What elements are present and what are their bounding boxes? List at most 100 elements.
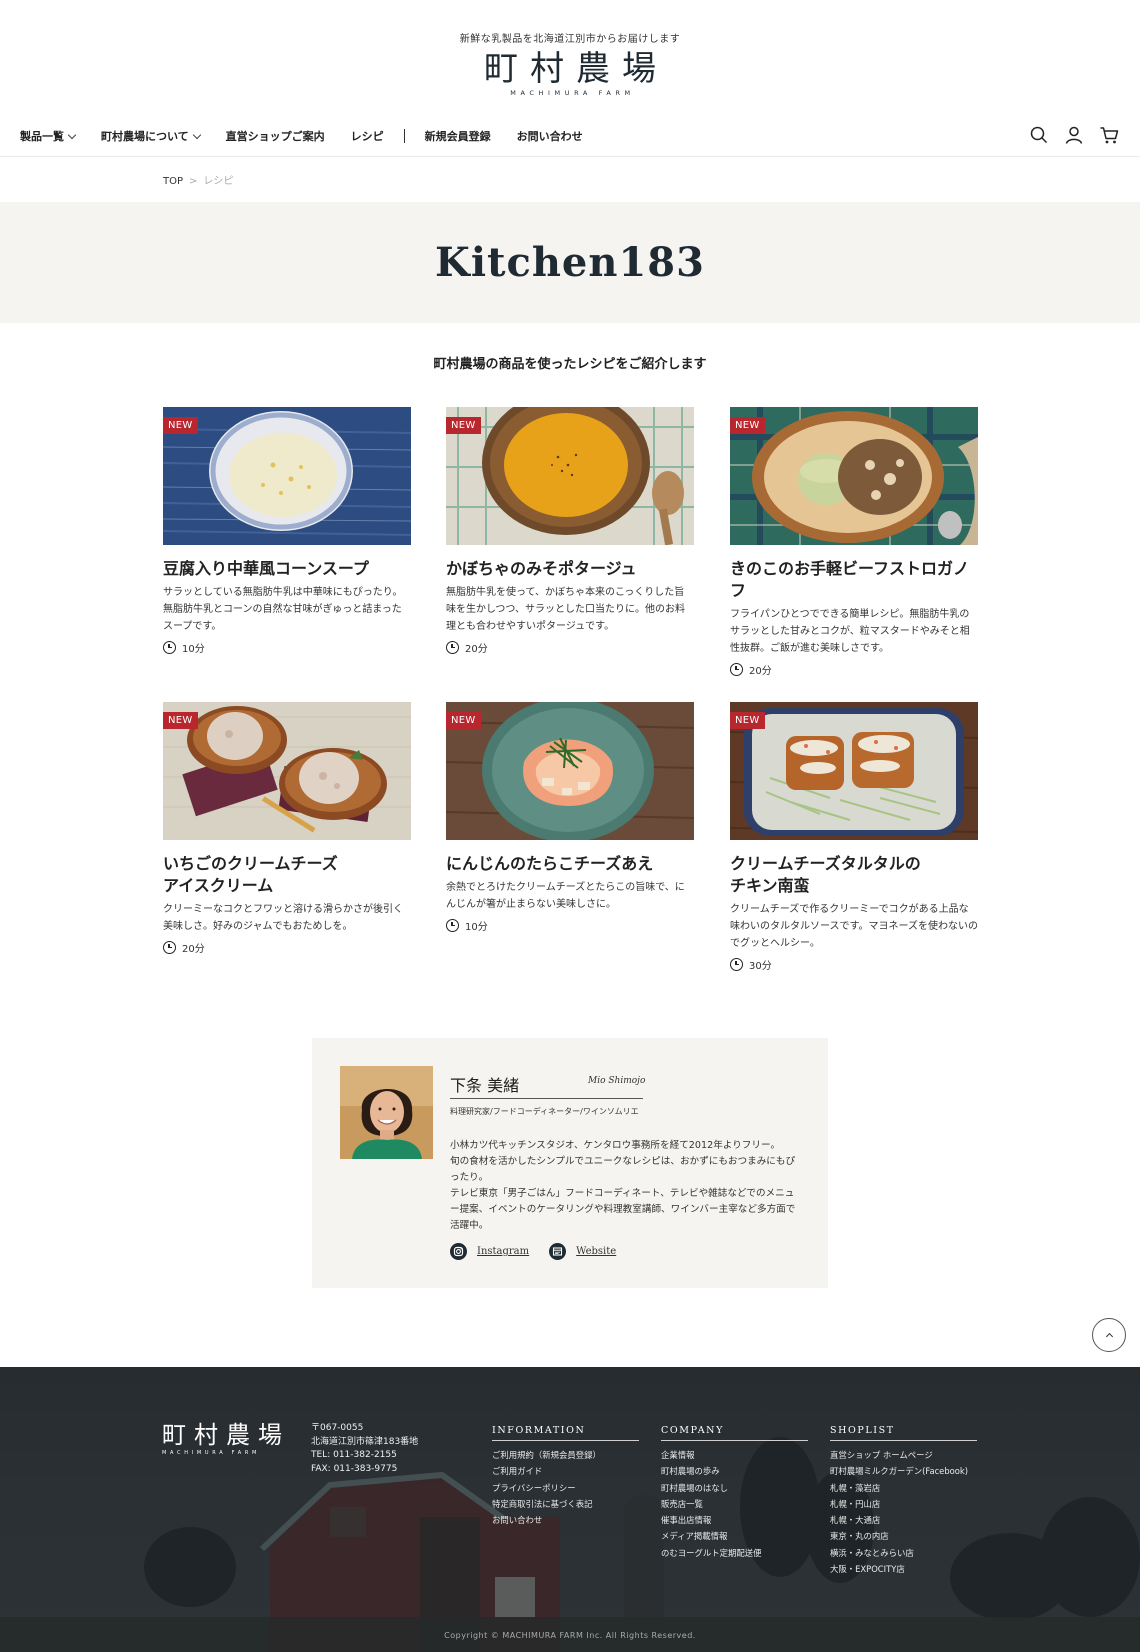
recipe-time: 20分: [446, 640, 694, 655]
site-tagline: 新鮮な乳製品を北海道江別市からお届けします: [459, 34, 681, 45]
footer-link[interactable]: 横浜・みなとみらい店: [830, 1548, 914, 1558]
footer-logo-jp: 町村農場: [162, 1421, 290, 1449]
recipe-card[interactable]: NEW クリームチーズタルタルの チキン南蛮 クリームチーズで作るクリーミーでコ…: [730, 702, 978, 972]
breadcrumb: TOP > レシピ: [163, 172, 233, 187]
footer-link[interactable]: 札幌・大通店: [830, 1515, 880, 1525]
site-header: 新鮮な乳製品を北海道江別市からお届けします 町村農場 MACHIMURA FAR…: [0, 0, 1140, 157]
corn-soup-photo: NEW: [163, 407, 411, 545]
clock-icon: [730, 663, 743, 676]
carrot-tarako-photo: NEW: [446, 702, 694, 840]
recipe-time: 20分: [730, 662, 978, 677]
recipe-desc: クリーミーなコクとフワッと溶ける滑らかさが後引く美味しさ。好みのジャムでもおため…: [163, 904, 403, 932]
footer-link[interactable]: ご利用ガイド: [492, 1466, 542, 1476]
recipe-card[interactable]: NEW にんじんのたらこチーズあえ 余熱でとろけたクリームチーズとたらこの旨味で…: [446, 702, 694, 933]
nav-contact[interactable]: お問い合わせ: [517, 128, 583, 144]
footer-link[interactable]: メディア掲載情報: [661, 1531, 727, 1541]
footer-logo-en: MACHIMURA FARM: [162, 1450, 261, 1456]
footer-link[interactable]: 札幌・円山店: [830, 1499, 880, 1509]
bio-paragraph: 旬の食材を活かしたシンプルでユニークなレシピは、おかずにもおつまみにもぴったり。: [450, 1156, 796, 1183]
recipe-desc: フライパンひとつでできる簡単レシピ。無脂肪牛乳のサラッとした甘みとコクが、粒マス…: [730, 609, 970, 654]
new-badge: NEW: [730, 417, 765, 434]
footer-link[interactable]: 直営ショップ ホームページ: [830, 1450, 933, 1460]
new-badge: NEW: [730, 712, 765, 729]
pumpkin-potage-photo: NEW: [446, 407, 694, 545]
chevron-down-icon: [67, 130, 77, 139]
recipe-card[interactable]: NEW きのこのお手軽ビーフストロガノフ フライパンひとつでできる簡単レシピ。無…: [730, 407, 978, 677]
user-icon[interactable]: [1063, 124, 1085, 146]
page-hero: Kitchen183: [0, 202, 1140, 323]
new-badge: NEW: [163, 712, 198, 729]
footer-link[interactable]: 町村農場の歩み: [661, 1466, 720, 1476]
footer-link[interactable]: のむヨーグルト定期配送便: [661, 1548, 762, 1558]
author-links: Instagram Website: [450, 1243, 636, 1260]
breadcrumb-current: レシピ: [203, 176, 234, 187]
nav-label: 新規会員登録: [424, 130, 491, 143]
recipe-card[interactable]: NEW 豆腐入り中華風コーンスープ サラッとしている無脂肪牛乳は中華味にもぴった…: [163, 407, 411, 655]
logo-jp: 町村農場: [484, 49, 668, 89]
website-link[interactable]: Website: [549, 1243, 616, 1260]
new-badge: NEW: [163, 417, 198, 434]
footer-link[interactable]: お問い合わせ: [492, 1515, 542, 1525]
footer-column-information: INFORMATION ご利用規約（新規会員登録） ご利用ガイド プライバシーポ…: [492, 1425, 639, 1528]
recipe-card[interactable]: NEW かぼちゃのみそポタージュ 無脂肪牛乳を使って、かぼちゃ本来のこっくりした…: [446, 407, 694, 655]
footer-link[interactable]: ご利用規約（新規会員登録）: [492, 1450, 601, 1460]
strawberry-ice-cream-photo: NEW: [163, 702, 411, 840]
breadcrumb-home[interactable]: TOP: [163, 176, 183, 187]
footer-link[interactable]: 町村農場ミルクガーデン(Facebook): [830, 1466, 968, 1476]
footer-column-heading: INFORMATION: [492, 1425, 639, 1441]
footer-link[interactable]: 札幌・藻岩店: [830, 1483, 880, 1493]
header-icons: [1015, 124, 1120, 146]
footer-logo[interactable]: 町村農場 MACHIMURA FARM: [162, 1421, 290, 1456]
footer-link[interactable]: 町村農場のはなし: [661, 1483, 728, 1493]
footer-link[interactable]: プライバシーポリシー: [492, 1483, 576, 1493]
recipe-title: かぼちゃのみそポタージュ: [446, 559, 637, 578]
copyright: Copyright © MACHIMURA FARM Inc. All Righ…: [444, 1631, 696, 1640]
divider: [450, 1098, 643, 1099]
page-intro: 町村農場の商品を使ったレシピをご紹介します: [433, 357, 707, 372]
back-to-top-button[interactable]: [1092, 1318, 1126, 1352]
footer-link[interactable]: 特定商取引法に基づく表記: [492, 1499, 593, 1509]
clock-icon: [446, 641, 459, 654]
logo-en: MACHIMURA FARM: [510, 89, 635, 97]
recipe-time: 10分: [446, 918, 694, 933]
recipe-card[interactable]: NEW いちごのクリームチーズ アイスクリーム クリーミーなコクとフワッと溶ける…: [163, 702, 411, 955]
author-role: 料理研究家/フードコーディネーター/ワインソムリエ: [450, 1107, 639, 1116]
nav-shops[interactable]: 直営ショップご案内: [226, 128, 325, 144]
recipe-desc: 余熱でとろけたクリームチーズとたらこの旨味で、にんじんが箸が止まらない美味しさに…: [446, 882, 685, 910]
recipe-time-value: 20分: [749, 666, 772, 677]
author-profile: 下条 美緒 Mio Shimojo 料理研究家/フードコーディネーター/ワインソ…: [312, 1038, 828, 1288]
footer-column-heading: COMPANY: [661, 1425, 808, 1441]
nav-label: 製品一覧: [20, 130, 64, 143]
recipe-desc: サラッとしている無脂肪牛乳は中華味にもぴったり。無脂肪牛乳とコーンの自然な甘味が…: [163, 587, 403, 632]
new-badge: NEW: [446, 712, 481, 729]
search-icon[interactable]: [1028, 124, 1050, 146]
site-logo[interactable]: 町村農場 MACHIMURA FARM: [0, 50, 1140, 97]
footer-link[interactable]: 販売店一覧: [661, 1499, 703, 1509]
recipe-time: 10分: [163, 640, 411, 655]
author-roman-name: Mio Shimojo: [588, 1076, 646, 1086]
instagram-link[interactable]: Instagram: [450, 1243, 529, 1260]
recipe-title: きのこのお手軽ビーフストロガノフ: [730, 559, 970, 600]
nav-register[interactable]: 新規会員登録: [425, 128, 491, 144]
clock-icon: [163, 941, 176, 954]
footer-column-company: COMPANY 企業情報 町村農場の歩み 町村農場のはなし 販売店一覧 催事出店…: [661, 1425, 808, 1561]
nav-products[interactable]: 製品一覧: [20, 128, 77, 144]
recipe-time-value: 20分: [465, 644, 488, 655]
nav-label: お問い合わせ: [516, 130, 583, 143]
recipe-time-value: 30分: [749, 961, 772, 972]
footer-link[interactable]: 催事出店情報: [661, 1515, 711, 1525]
cart-icon[interactable]: [1098, 124, 1120, 146]
author-name: 下条 美緒: [450, 1076, 520, 1095]
new-badge: NEW: [446, 417, 481, 434]
recipe-time-value: 10分: [182, 644, 205, 655]
recipe-time-value: 20分: [182, 944, 205, 955]
main-nav: 製品一覧 町村農場について 直営ショップご案内 レシピ 新規会員登録 お問い合わ…: [20, 128, 609, 144]
nav-recipes[interactable]: レシピ: [351, 128, 384, 144]
recipe-time: 30分: [730, 957, 978, 972]
postal-code: 〒067-0055: [311, 1423, 364, 1433]
footer-link[interactable]: 企業情報: [661, 1450, 695, 1460]
nav-about[interactable]: 町村農場について: [101, 128, 201, 144]
footer-link[interactable]: 東京・丸の内店: [830, 1531, 889, 1541]
footer-link[interactable]: 大阪・EXPOCITY店: [830, 1564, 905, 1574]
recipe-title: いちごのクリームチーズ アイスクリーム: [163, 854, 338, 895]
